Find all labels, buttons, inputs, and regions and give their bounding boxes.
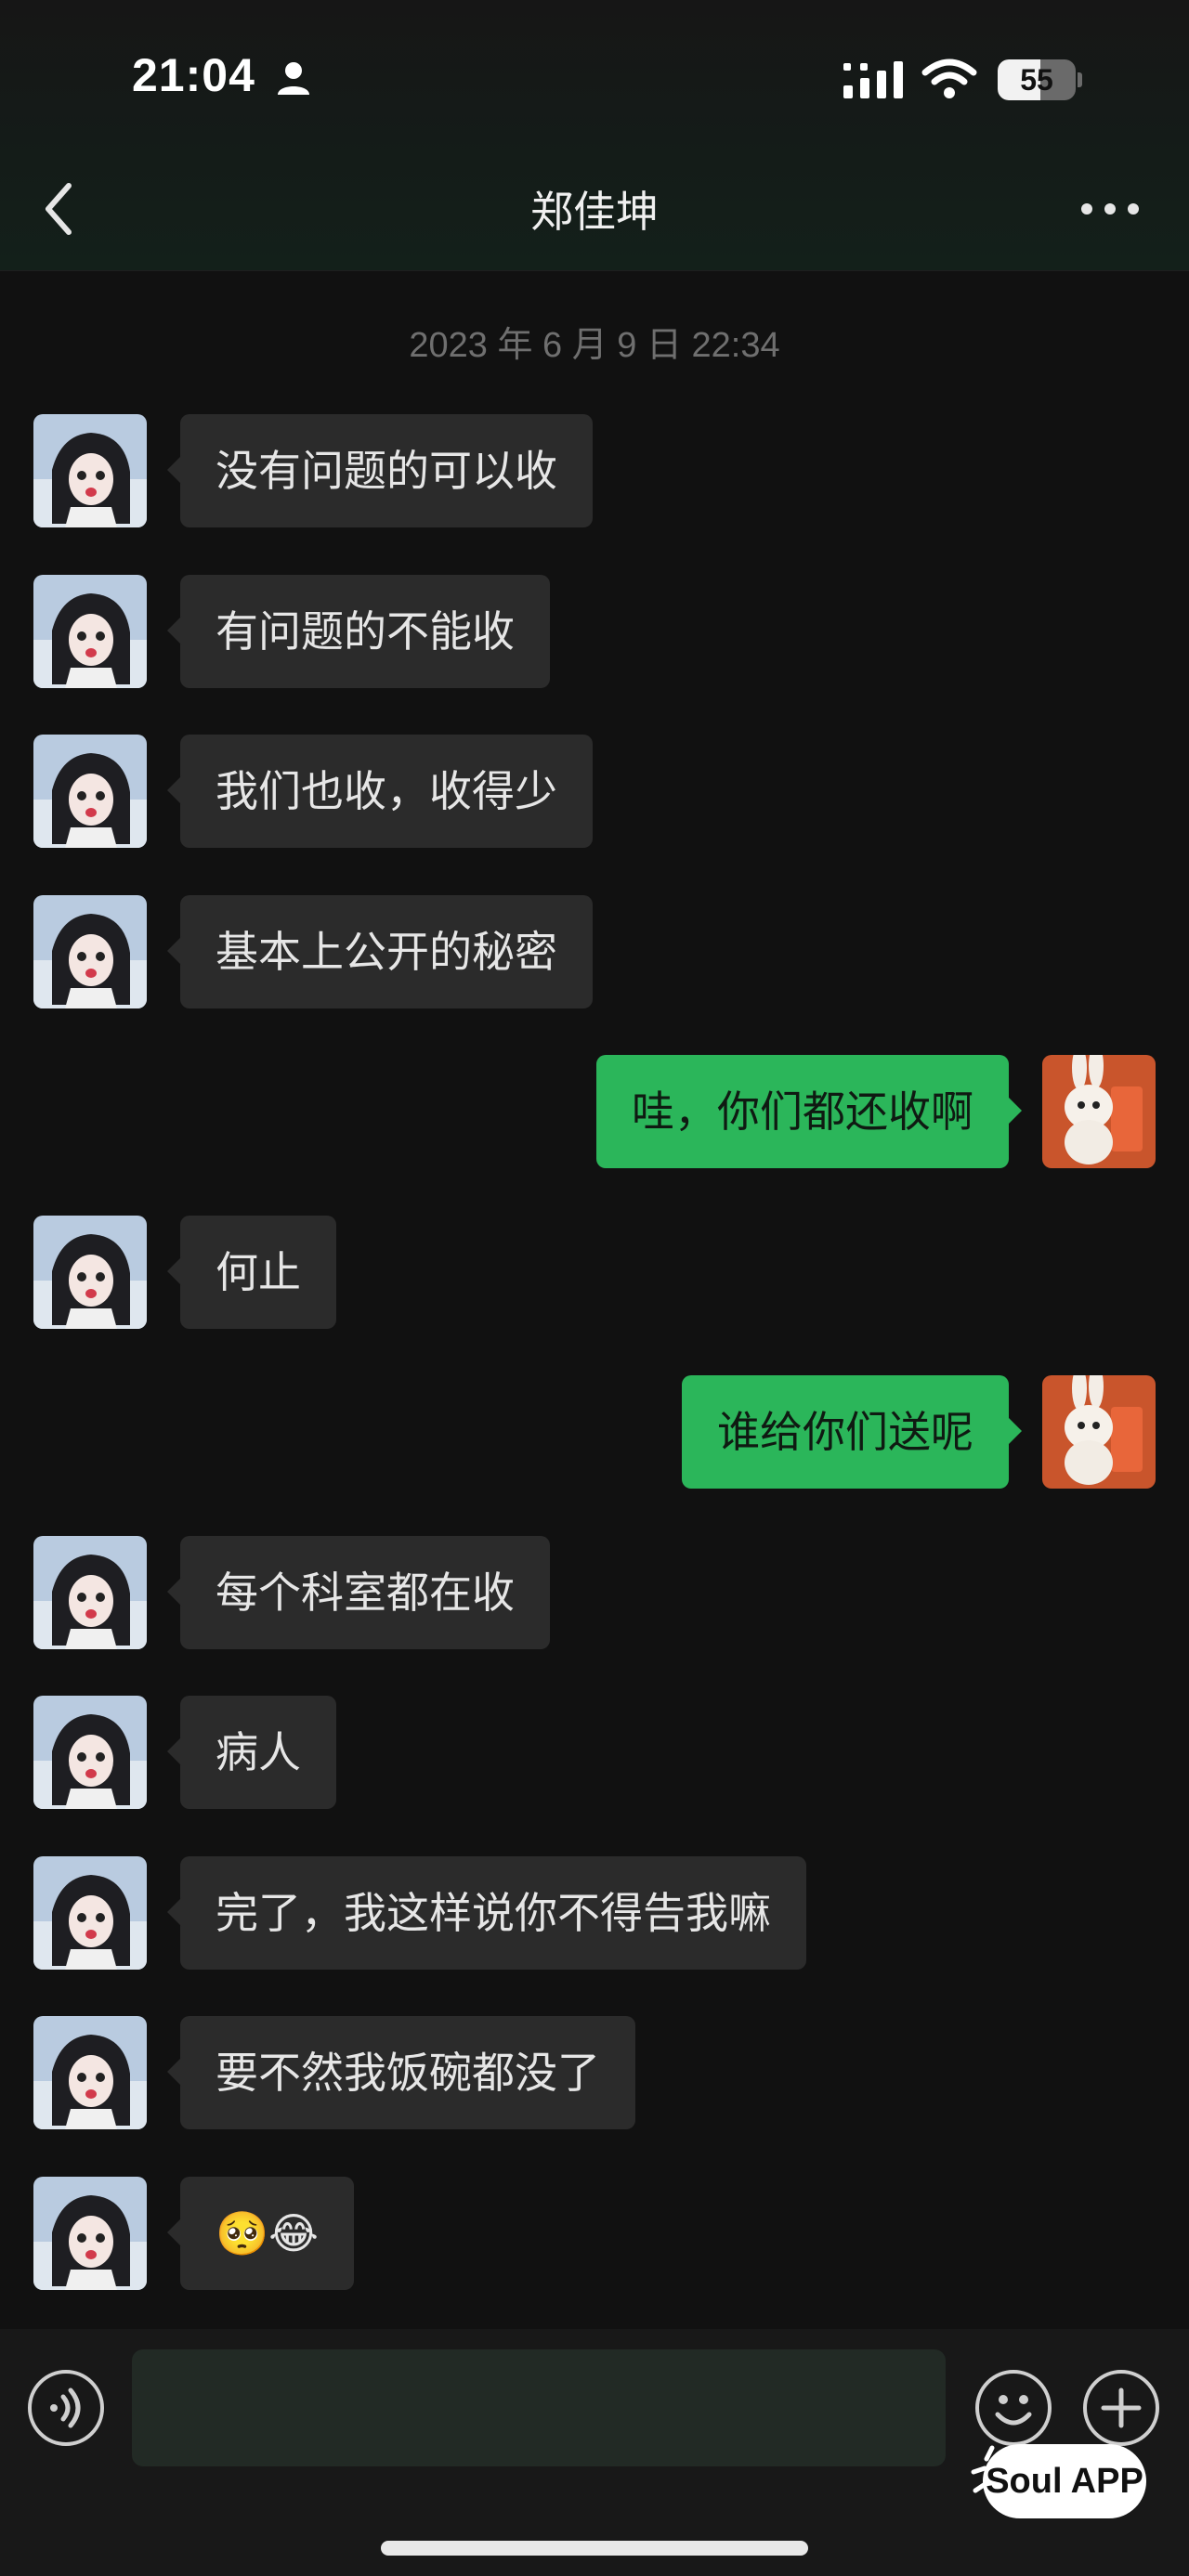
contact-avatar[interactable] <box>33 1216 147 1329</box>
wifi-icon <box>921 59 977 98</box>
incoming-message-bubble[interactable]: 没有问题的可以收 <box>167 414 593 527</box>
contact-avatar[interactable] <box>33 1696 147 1809</box>
message-row: 完了，我这样说你不得告我嘛 <box>0 1856 1189 1970</box>
message-row: 基本上公开的秘密 <box>0 895 1189 1008</box>
message-row: 每个科室都在收 <box>0 1536 1189 1649</box>
message-row: 要不然我饭碗都没了 <box>0 2016 1189 2129</box>
message-row: 没有问题的可以收 <box>0 414 1189 527</box>
home-indicator <box>381 2541 808 2556</box>
contact-avatar[interactable] <box>33 1856 147 1970</box>
more-dots-icon[interactable] <box>1078 186 1143 232</box>
soul-app-watermark: Soul APP <box>983 2444 1146 2518</box>
incoming-message-bubble[interactable]: 有问题的不能收 <box>167 575 550 688</box>
message-row: 哇，你们都还收啊 <box>0 1055 1189 1168</box>
person-icon <box>278 62 309 95</box>
battery-body: 55 <box>998 59 1076 100</box>
message-row: 🥺😂 <box>0 2177 1189 2290</box>
incoming-message-bubble[interactable]: 每个科室都在收 <box>167 1536 550 1649</box>
incoming-message-bubble[interactable]: 🥺😂 <box>166 2177 355 2290</box>
message-input[interactable] <box>132 2349 946 2466</box>
emoji-icon[interactable] <box>975 2370 1052 2446</box>
incoming-message-bubble[interactable]: 何止 <box>167 1216 336 1329</box>
chat-header: 郑佳坤 <box>0 167 1189 251</box>
input-bar: Soul APP <box>0 2329 1189 2576</box>
status-bar: 21:04 55 <box>0 48 1189 113</box>
chat-title: 郑佳坤 <box>530 187 659 237</box>
message-row: 有问题的不能收 <box>0 575 1189 688</box>
contact-avatar[interactable] <box>33 1536 147 1649</box>
message-row: 何止 <box>0 1216 1189 1329</box>
status-time: 21:04 <box>132 49 255 101</box>
my-avatar[interactable] <box>1042 1375 1156 1489</box>
chat-timestamp: 2023 年 6 月 9 日 22:34 <box>409 326 780 365</box>
signal-icon <box>843 61 903 98</box>
message-row: 病人 <box>0 1696 1189 1809</box>
plus-icon[interactable] <box>1083 2370 1159 2446</box>
contact-avatar[interactable] <box>33 735 147 848</box>
contact-avatar[interactable] <box>33 2016 147 2129</box>
voice-icon[interactable] <box>28 2370 104 2446</box>
incoming-message-bubble[interactable]: 病人 <box>167 1696 336 1809</box>
top-bar: 21:04 55 郑佳坤 <box>0 0 1189 271</box>
outgoing-message-bubble[interactable]: 哇，你们都还收啊 <box>596 1055 1022 1168</box>
message-row: 我们也收，收得少 <box>0 735 1189 848</box>
contact-avatar[interactable] <box>33 575 147 688</box>
contact-avatar[interactable] <box>33 414 147 527</box>
incoming-message-bubble[interactable]: 要不然我饭碗都没了 <box>167 2016 635 2129</box>
battery-icon: 55 <box>998 59 1082 100</box>
outgoing-message-bubble[interactable]: 谁给你们送呢 <box>682 1375 1022 1489</box>
message-row: 谁给你们送呢 <box>0 1375 1189 1489</box>
battery-level: 55 <box>1020 63 1053 97</box>
incoming-message-bubble[interactable]: 我们也收，收得少 <box>167 735 593 848</box>
incoming-message-bubble[interactable]: 基本上公开的秘密 <box>167 895 593 1008</box>
battery-cap <box>1078 72 1082 87</box>
incoming-message-bubble[interactable]: 完了，我这样说你不得告我嘛 <box>167 1856 806 1970</box>
my-avatar[interactable] <box>1042 1055 1156 1168</box>
contact-avatar[interactable] <box>33 2177 147 2290</box>
contact-avatar[interactable] <box>33 895 147 1008</box>
